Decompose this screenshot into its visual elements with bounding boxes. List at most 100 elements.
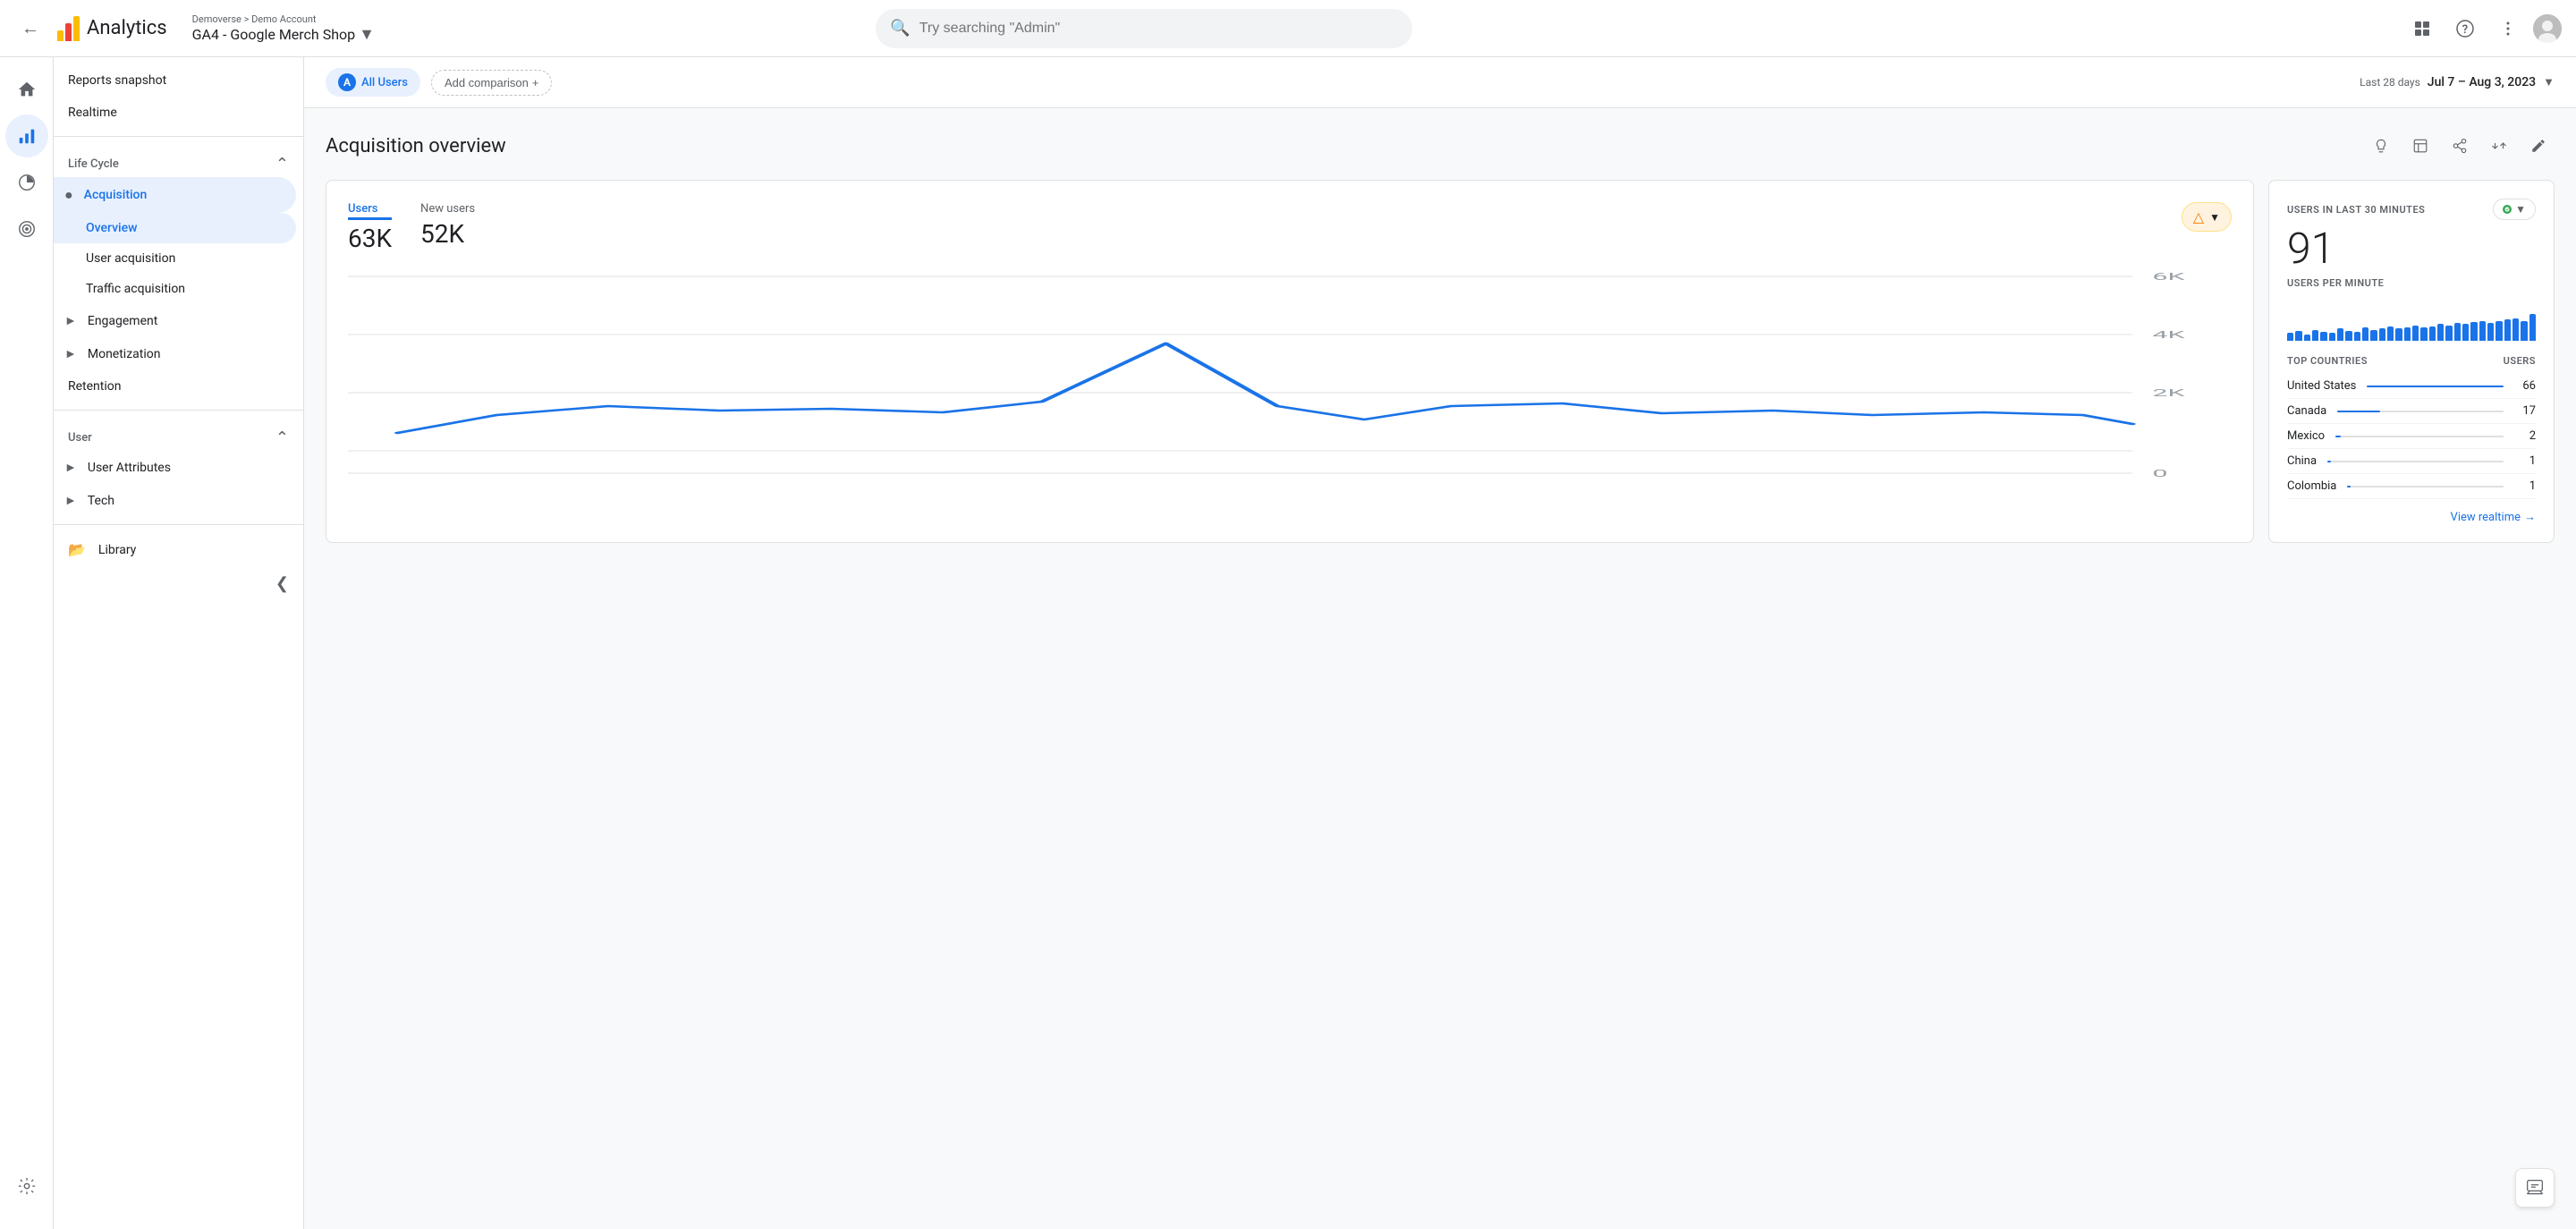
sidebar-item-tech[interactable]: ► Tech xyxy=(54,484,296,517)
mini-bar-item xyxy=(2529,314,2536,341)
account-name[interactable]: GA4 - Google Merch Shop ▼ xyxy=(192,25,375,44)
all-users-label: All Users xyxy=(361,76,408,89)
line-chart-svg: 6K 4K 2K 0 09 Jul 16 23 30 xyxy=(348,267,2232,482)
sidebar-collapse-button[interactable]: ❮ xyxy=(54,567,303,600)
mini-bar-item xyxy=(2354,332,2360,341)
chart-warning[interactable]: △ ▼ xyxy=(2182,202,2232,232)
analytics-icon-button[interactable] xyxy=(5,114,48,157)
view-realtime-link[interactable]: View realtime → xyxy=(2287,510,2536,524)
feedback-button[interactable] xyxy=(2515,1168,2555,1208)
country-row-us: United States 66 xyxy=(2287,374,2536,399)
back-button[interactable]: ← xyxy=(14,13,47,45)
content-body: Acquisition overview xyxy=(304,108,2576,579)
warning-chevron: ▼ xyxy=(2209,211,2220,224)
sidebar-item-realtime[interactable]: Realtime xyxy=(54,97,296,129)
sidebar-item-monetization[interactable]: ► Monetization xyxy=(54,337,296,370)
mini-bar-item xyxy=(2320,332,2326,341)
section-title: Acquisition overview xyxy=(326,135,506,157)
arrow-right-icon: → xyxy=(2524,510,2536,524)
sidebar-item-overview[interactable]: Overview xyxy=(54,213,296,243)
country-name-cn: China xyxy=(2287,454,2317,468)
mini-bar-item xyxy=(2395,328,2402,341)
sidebar-item-user-attributes[interactable]: ► User Attributes xyxy=(54,451,296,484)
all-users-badge[interactable]: A All Users xyxy=(326,68,420,97)
reports-icon-button[interactable] xyxy=(5,161,48,204)
sidebar-item-user-acquisition[interactable]: User acquisition xyxy=(54,243,296,274)
svg-text:4K: 4K xyxy=(2152,329,2185,341)
share-icon xyxy=(2452,138,2468,154)
country-row-cn: China 1 xyxy=(2287,449,2536,474)
feedback-icon xyxy=(2526,1179,2544,1197)
realtime-label: USERS IN LAST 30 MINUTES xyxy=(2287,204,2425,216)
expand-tech-icon: ► xyxy=(64,493,77,508)
country-row-mx: Mexico 2 xyxy=(2287,424,2536,449)
tech-label: Tech xyxy=(88,494,114,508)
topnav: ← Analytics Demoverse > Demo Account GA4… xyxy=(0,0,2576,57)
realtime-card: USERS IN LAST 30 MINUTES ▼ 91 xyxy=(2268,180,2555,543)
user-section[interactable]: User ⌃ xyxy=(54,418,303,451)
sidebar-item-reports-snapshot[interactable]: Reports snapshot xyxy=(54,64,296,97)
plus-icon: + xyxy=(532,76,539,89)
avatar[interactable] xyxy=(2533,14,2562,43)
sidebar-item-retention[interactable]: Retention xyxy=(54,370,296,403)
app-title: Analytics xyxy=(87,17,167,39)
realtime-header: USERS IN LAST 30 MINUTES ▼ xyxy=(2287,199,2536,220)
chevron-down-icon: ▼ xyxy=(359,25,375,44)
logo-bar-2 xyxy=(65,23,72,41)
badge-initial: A xyxy=(338,73,356,91)
sidebar-item-acquisition[interactable]: ● Acquisition xyxy=(54,177,296,213)
add-comparison-button[interactable]: Add comparison + xyxy=(431,70,553,96)
users-value: 63K xyxy=(348,224,392,253)
search-icon: 🔍 xyxy=(890,19,910,38)
check-icon xyxy=(2504,205,2510,214)
lifecycle-section[interactable]: Life Cycle ⌃ xyxy=(54,144,303,177)
search-bar[interactable]: 🔍 xyxy=(876,9,1412,48)
svg-text:6K: 6K xyxy=(2152,271,2185,283)
country-bar-us xyxy=(2367,386,2504,387)
grid-icon-button[interactable] xyxy=(2404,11,2440,47)
home-icon xyxy=(17,80,37,99)
country-bar-wrap-mx xyxy=(2335,436,2504,437)
realtime-label: Realtime xyxy=(68,106,117,120)
sidebar-divider-2 xyxy=(54,410,303,411)
settings-icon-button[interactable] xyxy=(5,1165,48,1208)
country-row-co: Colombia 1 xyxy=(2287,474,2536,499)
more-icon-button[interactable] xyxy=(2490,11,2526,47)
help-icon-button[interactable]: ? xyxy=(2447,11,2483,47)
realtime-status[interactable]: ▼ xyxy=(2493,199,2536,220)
mini-bar-item xyxy=(2312,330,2318,342)
new-users-label[interactable]: New users xyxy=(420,202,475,216)
mini-bar-item xyxy=(2496,321,2502,341)
mini-bar-item xyxy=(2479,321,2486,342)
add-comparison-label: Add comparison xyxy=(445,76,529,89)
section-actions xyxy=(2365,130,2555,162)
breadcrumb: Demoverse > Demo Account xyxy=(192,13,375,25)
collapse-icon: ⌃ xyxy=(275,155,289,174)
edit-icon-button[interactable] xyxy=(2522,130,2555,162)
retention-label: Retention xyxy=(68,379,122,394)
share-icon-button[interactable] xyxy=(2444,130,2476,162)
table-icon-button[interactable] xyxy=(2404,130,2436,162)
mini-bar-item xyxy=(2429,326,2436,341)
mini-bar-item xyxy=(2404,327,2411,341)
home-icon-button[interactable] xyxy=(5,68,48,111)
sidebar-item-engagement[interactable]: ► Engagement xyxy=(54,304,296,337)
targeting-icon-button[interactable] xyxy=(5,208,48,250)
save-report-icon xyxy=(2412,138,2428,154)
mini-bar-item xyxy=(2329,333,2335,341)
expand-user-attr-icon: ► xyxy=(64,460,77,475)
folder-icon: 📂 xyxy=(68,541,86,558)
lightbulb-icon-button[interactable] xyxy=(2365,130,2397,162)
sidebar-item-library[interactable]: 📂 Library xyxy=(54,532,296,567)
warning-icon: △ xyxy=(2193,208,2204,225)
search-input[interactable] xyxy=(919,21,1399,37)
compare-icon-button[interactable] xyxy=(2483,130,2515,162)
view-realtime-label: View realtime xyxy=(2451,511,2521,524)
countries-header: TOP COUNTRIES USERS xyxy=(2287,355,2536,367)
mini-bar-item xyxy=(2487,323,2494,341)
users-label[interactable]: Users xyxy=(348,202,392,220)
country-name-ca: Canada xyxy=(2287,404,2326,418)
sidebar-item-traffic-acquisition[interactable]: Traffic acquisition xyxy=(54,274,296,304)
logo-bar-1 xyxy=(57,30,64,41)
date-range-selector[interactable]: Last 28 days Jul 7 – Aug 3, 2023 ▼ xyxy=(2360,75,2555,89)
